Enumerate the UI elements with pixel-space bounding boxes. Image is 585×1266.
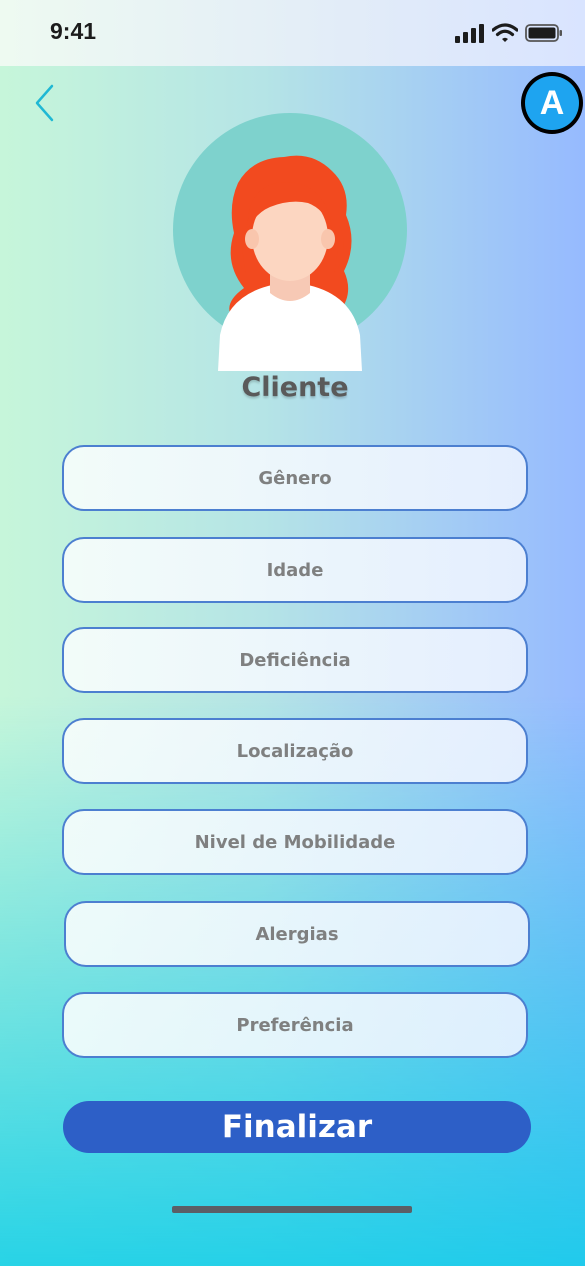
home-indicator	[172, 1206, 412, 1213]
signal-icon	[455, 24, 484, 43]
battery-icon	[525, 24, 562, 42]
gender-field[interactable]: Gênero	[62, 445, 528, 511]
avatar	[172, 113, 408, 375]
age-field[interactable]: Idade	[62, 537, 528, 603]
status-bar: 9:41	[0, 0, 585, 66]
accessibility-badge[interactable]: A	[521, 72, 583, 134]
age-field-label: Idade	[266, 559, 324, 581]
back-button[interactable]	[28, 82, 64, 124]
allergies-field[interactable]: Alergias	[64, 901, 530, 967]
wifi-icon	[492, 23, 518, 42]
mobility-level-field[interactable]: Nivel de Mobilidade	[62, 809, 528, 875]
preference-field-label: Preferência	[236, 1014, 354, 1036]
disability-field-label: Deficiência	[239, 649, 351, 671]
disability-field[interactable]: Deficiência	[62, 627, 528, 693]
status-icons	[455, 22, 563, 44]
finish-button[interactable]: Finalizar	[63, 1101, 531, 1153]
mobility-level-field-label: Nivel de Mobilidade	[194, 831, 396, 853]
gender-field-label: Gênero	[258, 467, 332, 489]
badge-letter: A	[525, 76, 579, 130]
location-field[interactable]: Localização	[62, 718, 528, 784]
chevron-left-icon	[35, 84, 54, 122]
profile-title: Cliente	[241, 372, 349, 403]
status-time: 9:41	[50, 18, 97, 44]
allergies-field-label: Alergias	[255, 923, 339, 945]
preference-field[interactable]: Preferência	[62, 992, 528, 1058]
location-field-label: Localização	[236, 740, 354, 762]
woman-avatar-icon	[173, 113, 407, 371]
